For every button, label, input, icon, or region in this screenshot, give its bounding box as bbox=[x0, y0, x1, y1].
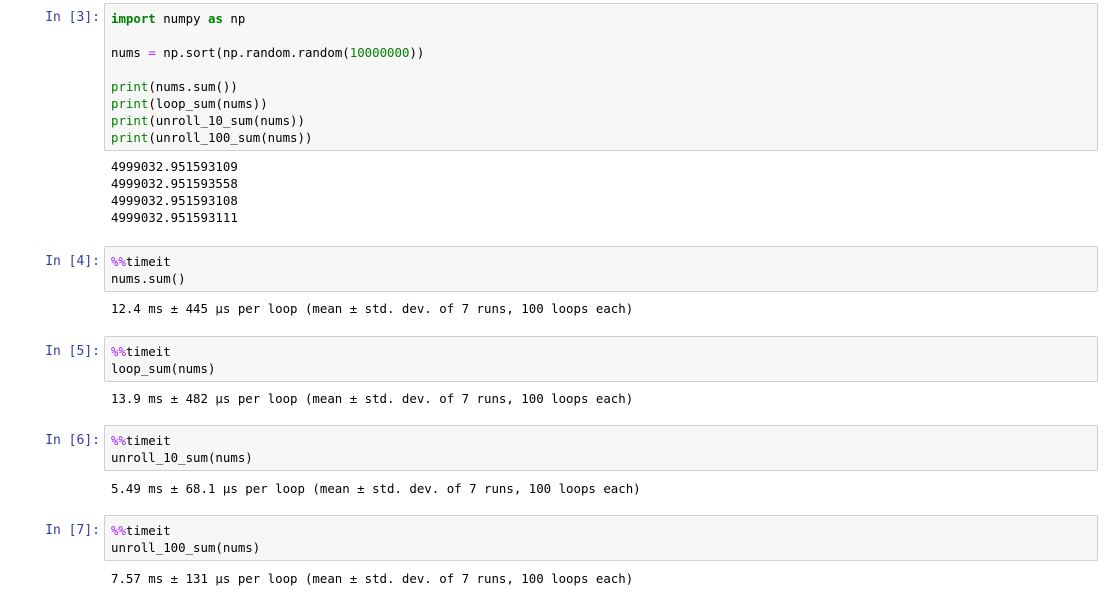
code-text: np.sort(np.random.random( bbox=[155, 45, 350, 60]
code-editor[interactable]: %%timeit unroll_100_sum(nums) bbox=[104, 515, 1098, 561]
code-line: unroll_100_sum(nums) bbox=[111, 540, 261, 555]
operator: = bbox=[148, 45, 156, 60]
cell-output: 13.9 ms ± 482 µs per loop (mean ± std. d… bbox=[111, 390, 1101, 407]
output-line: 5.49 ms ± 68.1 µs per loop (mean ± std. … bbox=[111, 481, 641, 496]
cell-output: 4999032.951593109 4999032.951593558 4999… bbox=[111, 158, 1101, 226]
code-text: )) bbox=[409, 45, 425, 60]
number-literal: 10000000 bbox=[349, 45, 410, 60]
magic-prefix: %% bbox=[111, 523, 126, 538]
magic-command: timeit bbox=[125, 523, 171, 538]
code-line: print(unroll_10_sum(nums)) bbox=[111, 112, 1091, 129]
code-line: nums = np.sort(np.random.random(10000000… bbox=[111, 44, 1091, 61]
keyword: import bbox=[111, 11, 156, 26]
code-text: (unroll_100_sum(nums)) bbox=[148, 130, 313, 145]
cell-prompt: In [7]: bbox=[45, 523, 100, 538]
code-line: nums.sum() bbox=[111, 271, 186, 286]
code-line: print(unroll_100_sum(nums)) bbox=[111, 129, 1091, 146]
code-text: (nums.sum()) bbox=[148, 79, 238, 94]
output-line: 4999032.951593108 bbox=[111, 193, 238, 208]
code-line: import numpy as np bbox=[111, 10, 1091, 27]
code-line: print(loop_sum(nums)) bbox=[111, 95, 1091, 112]
cell-output: 5.49 ms ± 68.1 µs per loop (mean ± std. … bbox=[111, 480, 1101, 497]
code-line: %%timeit bbox=[111, 432, 1091, 449]
keyword: as bbox=[207, 11, 223, 26]
code-editor[interactable]: %%timeit nums.sum() bbox=[104, 246, 1098, 292]
code-editor[interactable]: import numpy as np nums = np.sort(np.ran… bbox=[104, 3, 1098, 151]
output-line: 12.4 ms ± 445 µs per loop (mean ± std. d… bbox=[111, 301, 634, 316]
code-text: np bbox=[222, 11, 246, 26]
cell-prompt: In [5]: bbox=[45, 344, 100, 359]
code-line: print(nums.sum()) bbox=[111, 78, 1091, 95]
cell-prompt: In [3]: bbox=[45, 10, 100, 25]
builtin: print bbox=[111, 130, 149, 145]
magic-prefix: %% bbox=[111, 344, 126, 359]
code-line: %%timeit bbox=[111, 522, 1091, 539]
output-line: 13.9 ms ± 482 µs per loop (mean ± std. d… bbox=[111, 391, 634, 406]
code-text: nums bbox=[111, 45, 149, 60]
output-line: 7.57 ms ± 131 µs per loop (mean ± std. d… bbox=[111, 571, 634, 586]
code-text: numpy bbox=[155, 11, 208, 26]
output-line: 4999032.951593111 bbox=[111, 210, 238, 225]
code-editor[interactable]: %%timeit loop_sum(nums) bbox=[104, 336, 1098, 382]
code-line: unroll_10_sum(nums) bbox=[111, 450, 253, 465]
output-line: 4999032.951593558 bbox=[111, 176, 238, 191]
builtin: print bbox=[111, 96, 149, 111]
cell-prompt: In [6]: bbox=[45, 433, 100, 448]
magic-prefix: %% bbox=[111, 254, 126, 269]
code-line: %%timeit bbox=[111, 343, 1091, 360]
code-text: (loop_sum(nums)) bbox=[148, 96, 268, 111]
cell-output: 7.57 ms ± 131 µs per loop (mean ± std. d… bbox=[111, 570, 1101, 587]
code-editor[interactable]: %%timeit unroll_10_sum(nums) bbox=[104, 425, 1098, 471]
code-line: loop_sum(nums) bbox=[111, 361, 216, 376]
cell-output: 12.4 ms ± 445 µs per loop (mean ± std. d… bbox=[111, 300, 1101, 317]
magic-command: timeit bbox=[125, 433, 171, 448]
builtin: print bbox=[111, 79, 149, 94]
code-line: %%timeit bbox=[111, 253, 1091, 270]
magic-prefix: %% bbox=[111, 433, 126, 448]
magic-command: timeit bbox=[125, 254, 171, 269]
output-line: 4999032.951593109 bbox=[111, 159, 238, 174]
builtin: print bbox=[111, 113, 149, 128]
code-text: (unroll_10_sum(nums)) bbox=[148, 113, 305, 128]
magic-command: timeit bbox=[125, 344, 171, 359]
cell-prompt: In [4]: bbox=[45, 254, 100, 269]
